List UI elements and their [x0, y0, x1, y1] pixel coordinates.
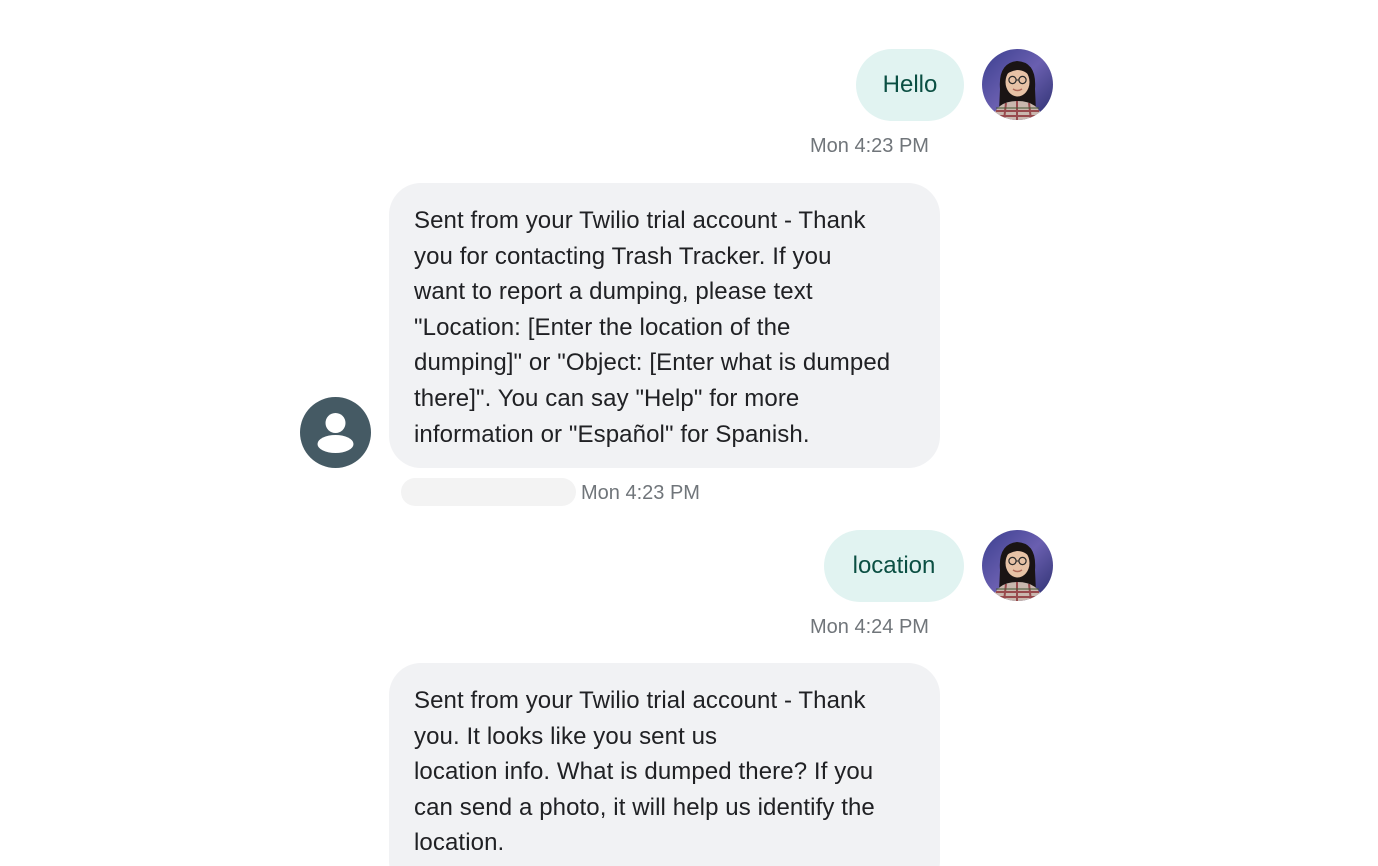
user-avatar-icon[interactable]	[982, 530, 1053, 601]
redacted-sender-label	[401, 478, 576, 506]
contact-avatar-icon[interactable]	[300, 397, 371, 468]
person-icon	[317, 413, 354, 453]
message-timestamp: Mon 4:23 PM	[581, 482, 700, 504]
incoming-message-bubble[interactable]: Sent from your Twilio trial account - Th…	[389, 183, 940, 468]
outgoing-message-bubble[interactable]: location	[824, 530, 964, 602]
message-timestamp: Mon 4:23 PM	[810, 135, 929, 157]
user-avatar-icon[interactable]	[982, 49, 1053, 120]
outgoing-message-bubble[interactable]: Hello	[856, 49, 964, 121]
incoming-message-bubble[interactable]: Sent from your Twilio trial account - Th…	[389, 663, 940, 866]
message-timestamp: Mon 4:24 PM	[810, 616, 929, 638]
message-thread: Hello Mon 4:23 PM Sent from your Twilio …	[0, 0, 1378, 866]
